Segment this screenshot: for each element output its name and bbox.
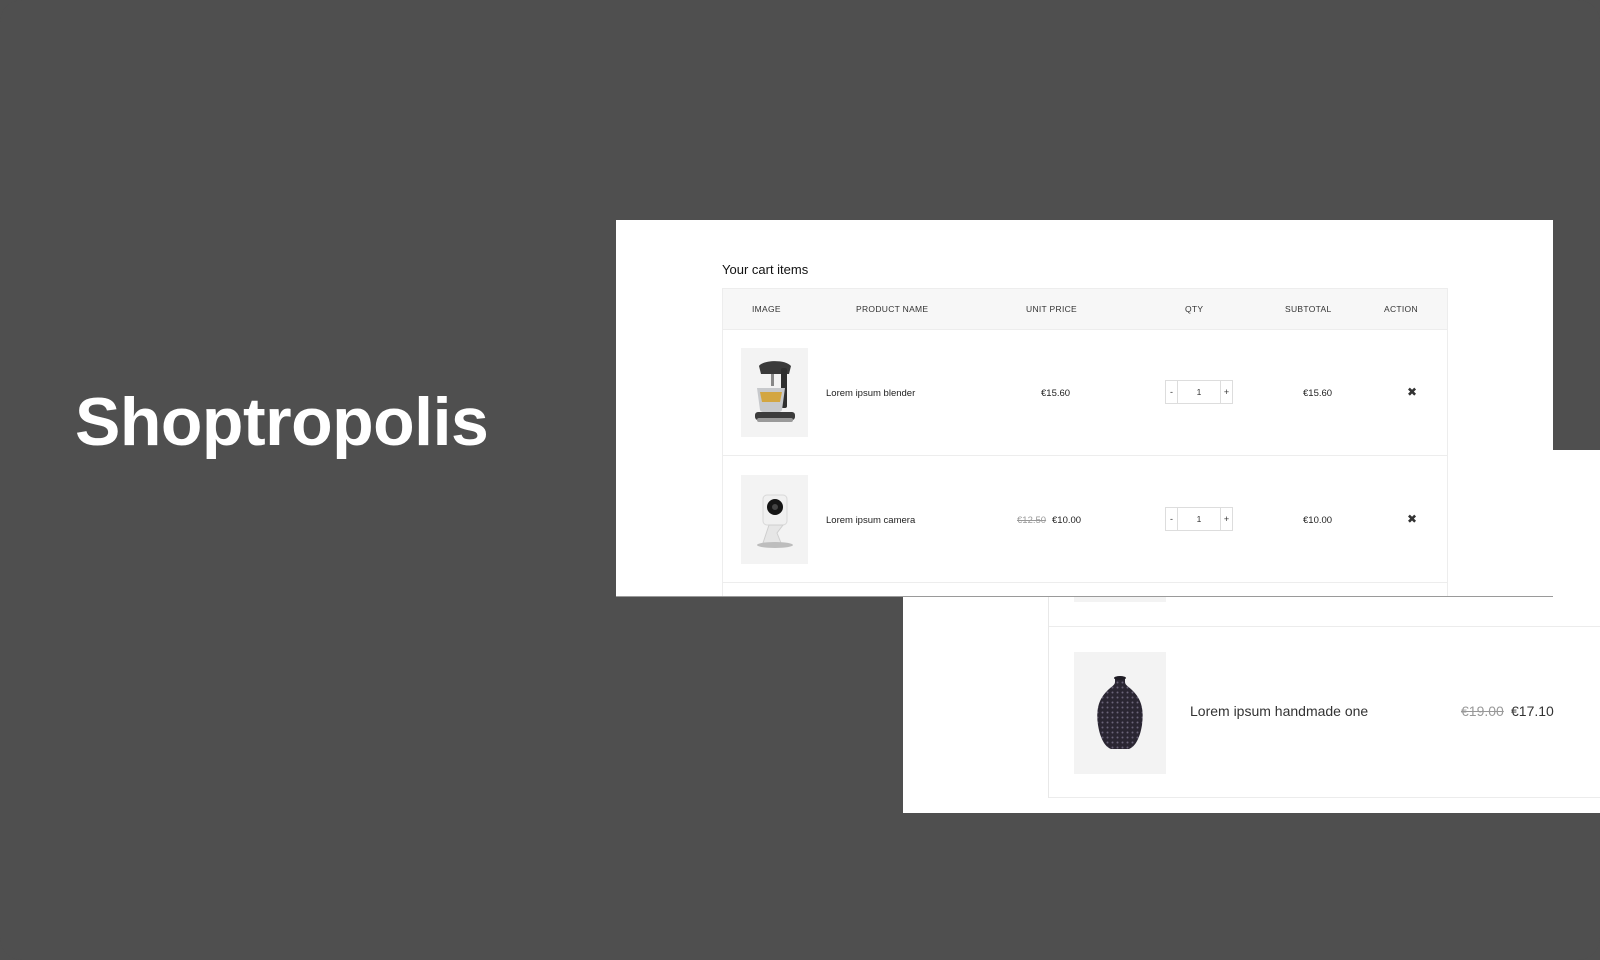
qty-decrement-button[interactable]: - [1166, 381, 1178, 403]
qty-increment-button[interactable]: + [1220, 508, 1232, 530]
qty-decrement-button[interactable]: - [1166, 508, 1178, 530]
unit-price: €10.00 [1052, 515, 1082, 526]
row-divider [1049, 797, 1600, 798]
column-header-action: ACTION [1384, 304, 1418, 314]
quantity-stepper: - + [1165, 507, 1233, 531]
table-row: Lorem ipsum blender €15.60 - + €15.60 ✖ [723, 330, 1447, 456]
zoomed-table-row: Lorem ipsum handmade one €19.00 €17.10 [1049, 627, 1600, 797]
table-row: Lorem ipsum camera €12.50 €10.00 - + €10… [723, 457, 1447, 583]
cart-title: Your cart items [722, 262, 809, 277]
column-header-subtotal: SUBTOTAL [1285, 304, 1332, 314]
column-header-qty: QTY [1185, 304, 1204, 314]
row-subtotal: €15.60 [1303, 388, 1333, 399]
quantity-stepper: - + [1165, 380, 1233, 404]
close-icon[interactable]: ✖ [1407, 513, 1417, 525]
cart-panel: Your cart items IMAGE PRODUCT NAME UNIT … [616, 220, 1553, 596]
zoomed-unit-price: €17.10 [1511, 703, 1554, 719]
column-header-product-name: PRODUCT NAME [856, 304, 929, 314]
zoomed-product-name[interactable]: Lorem ipsum handmade one [1190, 703, 1368, 719]
mixer-image[interactable] [741, 348, 808, 437]
column-header-image: IMAGE [752, 304, 781, 314]
qty-increment-button[interactable]: + [1220, 381, 1232, 403]
camera-image[interactable] [741, 475, 808, 564]
unit-price: €15.60 [1041, 388, 1071, 399]
close-icon[interactable]: ✖ [1407, 386, 1417, 398]
row-subtotal: €10.00 [1303, 515, 1333, 526]
qty-input[interactable] [1178, 381, 1220, 403]
canvas: Shoptropolis Lorem ipsum handmade one €1… [0, 0, 1600, 960]
product-name[interactable]: Lorem ipsum blender [826, 388, 915, 399]
qty-input[interactable] [1178, 508, 1220, 530]
zoomed-old-price: €19.00 [1461, 703, 1504, 719]
product-name[interactable]: Lorem ipsum camera [826, 515, 915, 526]
original-price: €12.50 [1017, 515, 1047, 526]
brand-title: Shoptropolis [75, 384, 489, 460]
column-header-unit-price: UNIT PRICE [1026, 304, 1078, 314]
cart-table: IMAGE PRODUCT NAME UNIT PRICE QTY SUBTOT… [722, 288, 1448, 596]
table-header: IMAGE PRODUCT NAME UNIT PRICE QTY SUBTOT… [723, 289, 1447, 330]
vase-image[interactable] [1074, 652, 1166, 774]
